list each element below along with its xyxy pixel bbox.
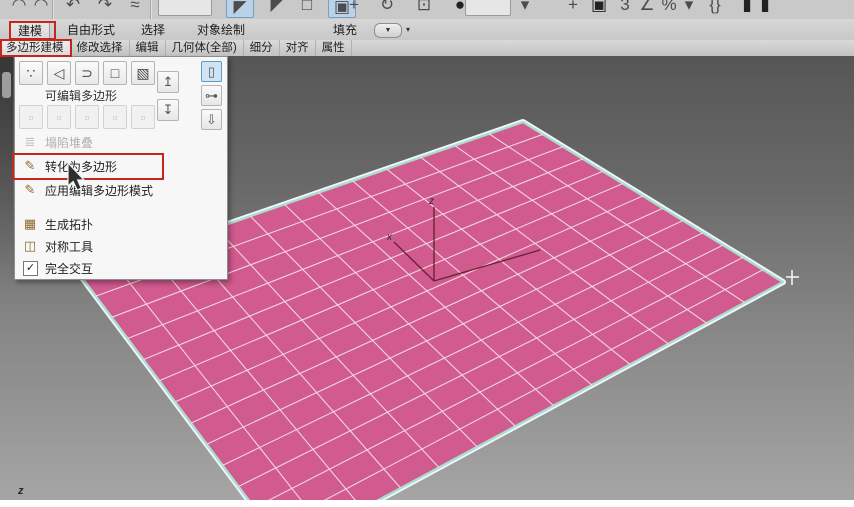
ribbon-minimize-caret-icon[interactable]: ▾ [406, 25, 410, 34]
reference-coordinate-dropdown[interactable] [465, 0, 511, 16]
menu-item-3[interactable]: ▦ 生成拓扑 [15, 213, 227, 235]
menu-item-label: 应用编辑多边形模式 [45, 183, 154, 198]
menu-item-label: 对称工具 [45, 239, 94, 254]
collapse-to-icon[interactable]: ⇩ [201, 109, 222, 130]
toolbar-separator-1 [52, 0, 54, 19]
pin-stack-icon[interactable]: ⊶ [201, 85, 222, 106]
undo-icon[interactable]: ↶ [60, 0, 86, 17]
select-object-icon[interactable]: ◤ [226, 0, 254, 18]
keyboard-override-icon[interactable]: {} [702, 0, 728, 17]
object-type-label: 可编辑多边形 [44, 89, 117, 103]
subobject-level-row: ∵ ◁ ⊃ □ ▧ [15, 61, 227, 89]
coordinate-dropdown-arrow-icon[interactable]: ▾ [512, 0, 538, 17]
menu-item-2[interactable]: ✎ 应用编辑多边形模式 [15, 179, 227, 201]
ribbon-tab-bar: 建模 自由形式 选择 对象绘制 填充 ▼ ▾ [0, 19, 854, 41]
redo-icon[interactable]: ↷ [92, 0, 118, 17]
ribbon-panel-bar: 多边形建模 修改选择 编辑 几何体(全部) 细分 对齐 属性 [0, 40, 854, 57]
select-and-rotate-icon[interactable]: ↻ [374, 0, 400, 17]
mouse-cursor-icon [67, 162, 86, 191]
menu-item-label: 塌陷堆叠 [45, 135, 94, 150]
select-and-scale-icon[interactable]: ⊡ [411, 0, 437, 17]
element-icon[interactable]: ▧ [131, 61, 155, 85]
panel-align[interactable]: 对齐 [280, 40, 316, 56]
menu-item-0[interactable]: ≣ 塌陷堆叠 [15, 131, 227, 153]
menu-item-icon: ▦ [23, 216, 37, 231]
arc-right-icon[interactable]: ◠ [28, 0, 54, 17]
world-axis-z-label: z [17, 485, 24, 497]
tab-populate[interactable]: 填充 [326, 21, 364, 39]
panel-modify-selection[interactable]: 修改选择 [71, 40, 130, 56]
tab-selection[interactable]: 选择 [134, 21, 172, 39]
edge-icon[interactable]: ◁ [47, 61, 71, 85]
border-icon[interactable]: ⊃ [75, 61, 99, 85]
preview-polygon-icon[interactable]: ▫ [103, 105, 127, 129]
menu-item-label: 完全交互 [45, 261, 94, 276]
collapsed-side-tab[interactable] [2, 72, 11, 98]
disabled-subobject-row: ▫ ▫ ▫ ▫ ▫ [15, 105, 227, 131]
panel-menu: ≣ 塌陷堆叠 ✎ 转化为多边形 ✎ 应用编辑多边形模式 ▦ 生成拓扑 ◫ 对称工具 ✓ 完全交互 [15, 131, 227, 279]
select-by-name-icon[interactable]: ◤ [264, 0, 290, 17]
polygon-modeling-dropdown-panel: ∵ ◁ ⊃ □ ▧ 可编辑多边形 ▫ ▫ ▫ ▫ ▫ ≣ 塌陷堆叠 ✎ 转化为多边形 ✎ 应用编辑多边形模… [14, 56, 228, 280]
menu-item-5[interactable]: ✓ 完全交互 [15, 257, 227, 279]
ribbon-minimize-button[interactable]: ▼ [374, 23, 402, 38]
x-axis-label: x [386, 232, 393, 243]
selection-bracket-icon [786, 270, 799, 285]
menu-item-1[interactable]: ✎ 转化为多边形 [15, 153, 227, 179]
preview-edge-icon[interactable]: ▫ [47, 105, 71, 129]
panel-subdivision[interactable]: 细分 [244, 40, 280, 56]
tab-object-paint[interactable]: 对象绘制 [190, 21, 252, 39]
next-modifier-icon[interactable]: ↧ [157, 99, 179, 121]
z-axis-label: z [428, 196, 434, 207]
align-icon[interactable]: ▮ [752, 0, 778, 17]
use-selection-center-icon[interactable]: + [560, 0, 586, 17]
menu-item-4[interactable]: ◫ 对称工具 [15, 235, 227, 257]
panel-properties[interactable]: 属性 [316, 40, 352, 56]
checkbox-checked-icon: ✓ [23, 260, 38, 276]
selection-filter-field[interactable] [158, 0, 212, 16]
tab-freeform[interactable]: 自由形式 [60, 21, 122, 39]
panel-edit[interactable]: 编辑 [130, 40, 166, 56]
screenshot-root: ◠ ◠ ↶ ↷ ≈ ◤ ◤ □ ▣ + ↻ ⊡ ● ▾ + ▣ 3 ∠% ▾{} ▮ ▮ 建模 自由形式 选择 对象绘制… [0, 0, 854, 507]
vertex-icon[interactable]: ∵ [19, 61, 43, 85]
tab-modeling[interactable]: 建模 [10, 21, 51, 40]
panel-geometry-all[interactable]: 几何体(全部) [166, 40, 244, 56]
snaps-toggle-icon[interactable]: ▣ [586, 0, 612, 17]
menu-item-label: 生成拓扑 [45, 217, 94, 232]
snap-flyout-arrow-icon[interactable]: ▾ [676, 0, 702, 17]
menu-item-icon: ✎ [24, 182, 36, 197]
show-end-result-toggle[interactable]: ▯ [201, 61, 222, 82]
select-and-move-icon[interactable]: + [341, 0, 367, 17]
preview-element-icon[interactable]: ▫ [131, 105, 155, 129]
select-and-link-icon[interactable]: ≈ [122, 0, 148, 17]
main-toolbar: ◠ ◠ ↶ ↷ ≈ ◤ ◤ □ ▣ + ↻ ⊡ ● ▾ + ▣ 3 ∠% ▾{} ▮ ▮ [0, 0, 854, 20]
previous-modifier-icon[interactable]: ↥ [157, 71, 179, 93]
preview-border-icon[interactable]: ▫ [75, 105, 99, 129]
preview-vertex-icon[interactable]: ▫ [19, 105, 43, 129]
bottom-border [0, 500, 854, 507]
menu-item-icon: ◫ [23, 238, 37, 253]
menu-item-icon: ✎ [24, 158, 36, 173]
panel-polygon-modeling[interactable]: 多边形建模 [0, 40, 71, 56]
polygon-icon[interactable]: □ [103, 61, 127, 85]
menu-item-icon: ≣ [24, 134, 36, 149]
rectangular-selection-region-icon[interactable]: □ [294, 0, 320, 17]
toolbar-separator-2 [150, 0, 152, 19]
